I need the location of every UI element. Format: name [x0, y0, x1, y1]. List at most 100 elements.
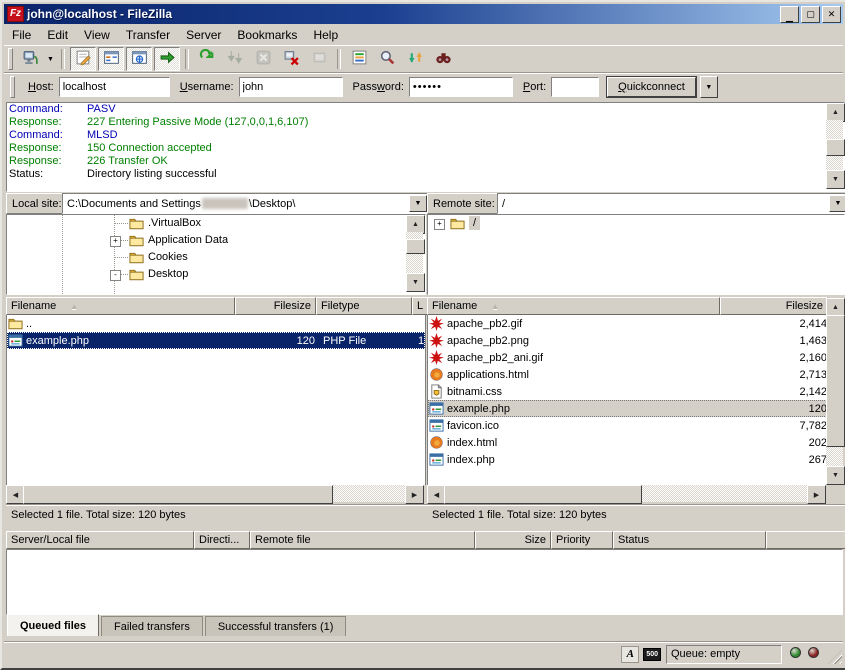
- apache-file-icon: [429, 316, 445, 331]
- remote-file-list[interactable]: apache_pb2.gif2,414apache_pb2.png1,463ap…: [427, 315, 828, 485]
- scroll-thumb[interactable]: [826, 315, 845, 447]
- collapse-icon[interactable]: -: [110, 270, 121, 281]
- local-file-list[interactable]: ..example.php120PHP File1: [6, 315, 426, 485]
- refresh-button[interactable]: [194, 47, 220, 71]
- file-row-apache-pb2-png[interactable]: apache_pb2.png1,463: [428, 332, 827, 349]
- toggle-message-log-button[interactable]: [70, 47, 96, 71]
- tab-failed-transfers[interactable]: Failed transfers: [101, 616, 203, 636]
- toggle-local-tree-button[interactable]: [98, 47, 124, 71]
- scroll-down-button[interactable]: ▼: [826, 170, 845, 189]
- menu-item-view[interactable]: View: [76, 26, 118, 44]
- column-header-Directi...[interactable]: Directi...: [194, 531, 250, 549]
- toggle-queue-button[interactable]: [154, 47, 180, 71]
- scroll-down-button[interactable]: ▼: [826, 466, 845, 485]
- file-row--[interactable]: ..: [7, 315, 425, 332]
- menu-item-server[interactable]: Server: [178, 26, 229, 44]
- menu-item-transfer[interactable]: Transfer: [118, 26, 178, 44]
- tab-queued-files[interactable]: Queued files: [7, 614, 99, 636]
- file-row-apache-pb2-ani-gif[interactable]: apache_pb2_ani.gif2,160: [428, 349, 827, 366]
- expand-icon[interactable]: +: [110, 236, 121, 247]
- synchronized-browsing-button[interactable]: [402, 47, 428, 71]
- port-input[interactable]: [551, 77, 599, 97]
- menu-item-bookmarks[interactable]: Bookmarks: [229, 26, 305, 44]
- column-header-Filetype[interactable]: Filetype: [316, 297, 412, 315]
- remote-list-scrollbar[interactable]: ▲ ▼: [826, 298, 843, 485]
- menu-item-edit[interactable]: Edit: [39, 26, 76, 44]
- maximize-button[interactable]: ▢: [801, 6, 820, 23]
- filter-button[interactable]: [346, 47, 372, 71]
- scroll-right-button[interactable]: ▶: [405, 485, 424, 504]
- remote-list-hscrollbar[interactable]: ◀ ▶: [427, 485, 826, 502]
- remote-directory-tree[interactable]: +/: [427, 214, 845, 295]
- local-site-combo[interactable]: C:\Documents and Settings\Desktop\ ▼: [62, 193, 429, 214]
- minimize-button[interactable]: ▁: [780, 6, 799, 23]
- reconnect-button[interactable]: [306, 47, 332, 71]
- menu-item-file[interactable]: File: [4, 26, 39, 44]
- scroll-thumb[interactable]: [826, 139, 845, 156]
- local-tree-scrollbar[interactable]: ▲ ▼: [406, 215, 423, 292]
- find-files-button[interactable]: [430, 47, 456, 71]
- column-header-Priority[interactable]: Priority: [551, 531, 613, 549]
- column-header-Remote file[interactable]: Remote file: [250, 531, 475, 549]
- column-header-Filename[interactable]: Filename▲: [6, 297, 235, 315]
- tree-item-desktop[interactable]: -Desktop: [7, 266, 425, 283]
- local-directory-tree[interactable]: .VirtualBox+Application Data Cookies -Desk…: [6, 214, 426, 295]
- file-row-index-php[interactable]: index.php267: [428, 451, 827, 468]
- tree-item-label: Cookies: [148, 251, 188, 263]
- process-queue-button[interactable]: [222, 47, 248, 71]
- column-header-Server/Local file[interactable]: Server/Local file: [6, 531, 194, 549]
- file-row-index-html[interactable]: index.html202: [428, 434, 827, 451]
- file-row-favicon-ico[interactable]: favicon.ico7,782: [428, 417, 827, 434]
- remote-site-combo-arrow[interactable]: ▼: [829, 195, 845, 212]
- column-header-spacer[interactable]: [766, 531, 845, 549]
- local-site-combo-arrow[interactable]: ▼: [409, 195, 427, 212]
- transfer-type-indicator-icon[interactable]: A: [621, 646, 639, 663]
- message-log-scrollbar[interactable]: ▲ ▼: [826, 103, 843, 189]
- file-row-bitnami-css[interactable]: bitnami.css2,142: [428, 383, 827, 400]
- filesize-cell: [235, 315, 323, 332]
- tree-item--virtualbox[interactable]: .VirtualBox: [7, 215, 425, 232]
- transfer-queue-list[interactable]: [6, 549, 843, 615]
- message-log[interactable]: Command:PASVResponse:227 Entering Passiv…: [6, 102, 845, 192]
- local-list-hscrollbar[interactable]: ◀ ▶: [6, 485, 424, 502]
- toggle-remote-tree-button[interactable]: [126, 47, 152, 71]
- tree-item-cookies[interactable]: Cookies: [7, 249, 425, 266]
- file-row-applications-html[interactable]: applications.html2,713: [428, 366, 827, 383]
- column-header-Filename[interactable]: Filename▲: [427, 297, 720, 315]
- title-bar[interactable]: Fz john@localhost - FileZilla ▁ ▢ ✕: [4, 4, 843, 24]
- column-header-Filesize[interactable]: Filesize: [235, 297, 316, 315]
- site-manager-dropdown[interactable]: ▼: [44, 48, 57, 70]
- close-button[interactable]: ✕: [822, 6, 841, 23]
- file-row-apache-pb2-gif[interactable]: apache_pb2.gif2,414: [428, 315, 827, 332]
- cancel-operation-button[interactable]: [250, 47, 276, 71]
- site-manager-button[interactable]: [17, 47, 43, 71]
- file-row-example-php[interactable]: example.php120: [428, 400, 827, 417]
- quickconnect-dropdown[interactable]: ▼: [700, 76, 718, 98]
- tree-item-root[interactable]: +/: [428, 215, 844, 232]
- scroll-thumb[interactable]: [406, 239, 425, 254]
- resize-grip[interactable]: [828, 650, 842, 664]
- tab-successful-transfers-1-[interactable]: Successful transfers (1): [205, 616, 347, 636]
- column-header-Size[interactable]: Size: [475, 531, 551, 549]
- column-header-Status[interactable]: Status: [613, 531, 766, 549]
- quickconnect-button[interactable]: Quickconnect: [607, 77, 696, 97]
- column-header-label: Priority: [556, 534, 590, 546]
- menu-item-help[interactable]: Help: [305, 26, 346, 44]
- directory-comparison-button[interactable]: [374, 47, 400, 71]
- quickconnect-grip[interactable]: [10, 76, 15, 98]
- scroll-right-button[interactable]: ▶: [807, 485, 826, 504]
- expand-icon[interactable]: +: [434, 219, 445, 230]
- tree-item-application-data[interactable]: +Application Data: [7, 232, 425, 249]
- password-input[interactable]: [409, 77, 513, 97]
- disconnect-button[interactable]: [278, 47, 304, 71]
- remote-site-combo[interactable]: / ▼: [497, 193, 845, 214]
- scroll-down-button[interactable]: ▼: [406, 273, 425, 292]
- toolbar-grip[interactable]: [8, 48, 13, 70]
- column-header-Filesize[interactable]: Filesize: [720, 297, 828, 315]
- speed-limit-indicator-icon[interactable]: 500: [643, 648, 661, 661]
- username-input[interactable]: [239, 77, 343, 97]
- scroll-thumb[interactable]: [444, 485, 642, 504]
- file-row-example-php[interactable]: example.php120PHP File1: [7, 332, 425, 349]
- host-input[interactable]: [59, 77, 170, 97]
- scroll-thumb[interactable]: [23, 485, 333, 504]
